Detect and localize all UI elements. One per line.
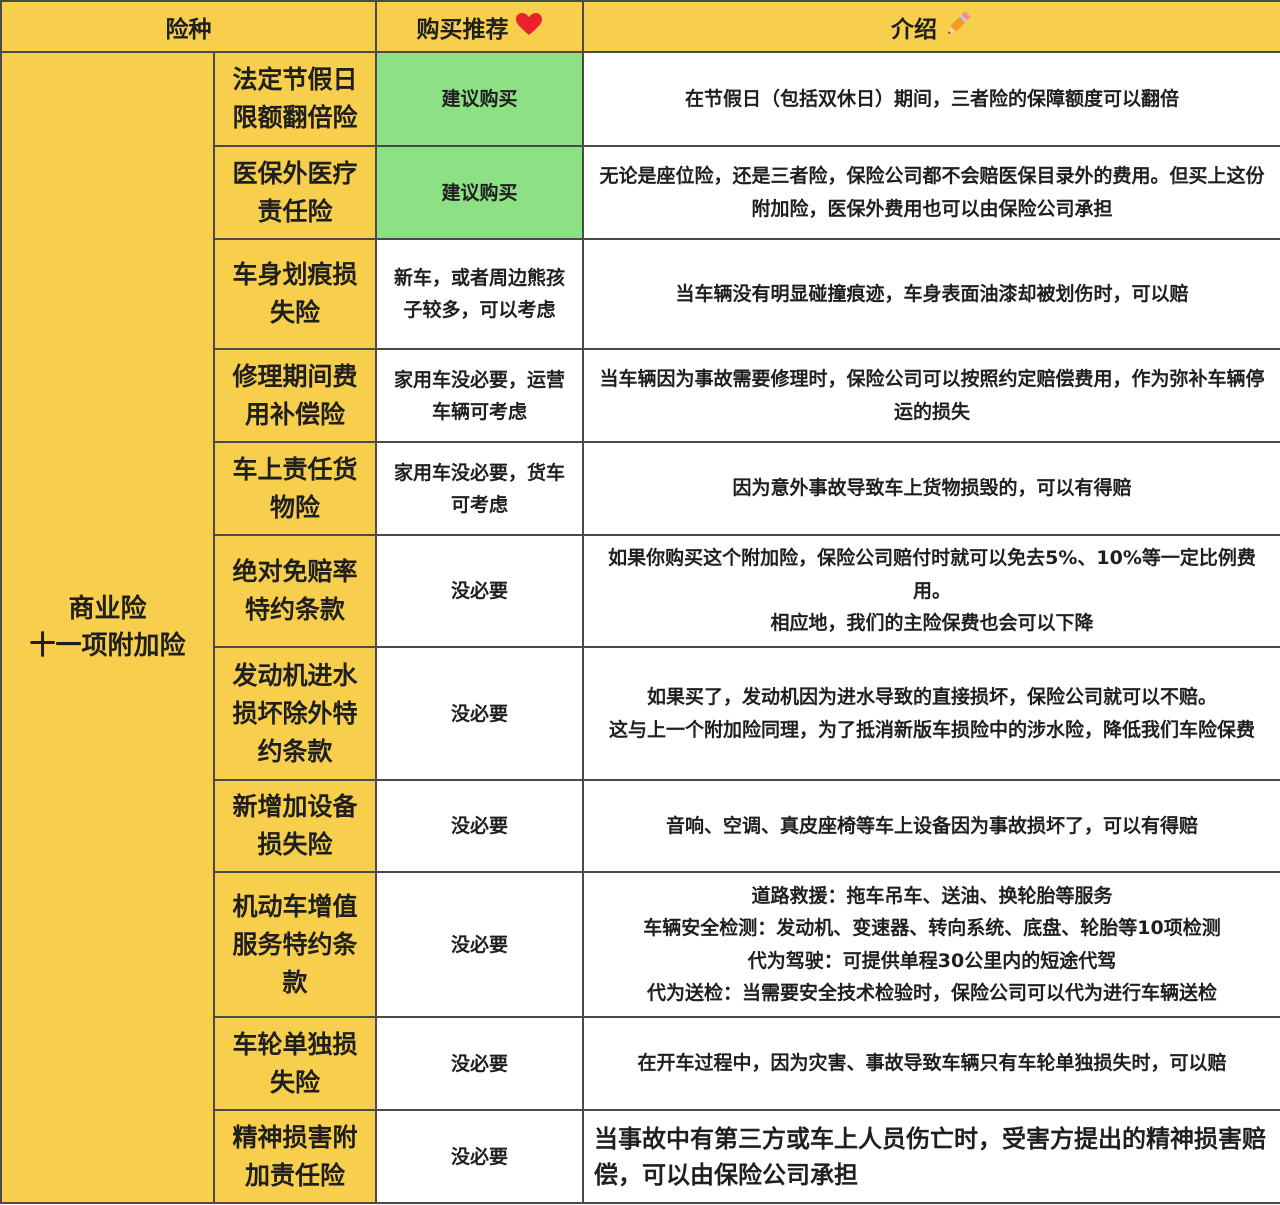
- insurance-name: 精神损害附加责任险: [213, 1109, 377, 1204]
- header-recommend: 购买推荐: [375, 0, 584, 53]
- insurance-name: 新增加设备损失险: [213, 779, 377, 873]
- insurance-name: 医保外医疗责任险: [213, 145, 377, 240]
- intro-line: 相应地，我们的主险保费也会可以下降: [770, 612, 1094, 635]
- header-type: 险种: [0, 0, 377, 53]
- insurance-name: 修理期间费用补偿险: [213, 348, 377, 443]
- recommend-cell: 家用车没必要，运营车辆可考虑: [375, 348, 584, 443]
- insurance-name: 车身划痕损失险: [213, 238, 377, 350]
- intro-cell: 当事故中有第三方或车上人员伤亡时，受害方提出的精神损害赔偿，可以由保险公司承担: [582, 1109, 1280, 1204]
- intro-cell: 在开车过程中，因为灾害、事故导致车辆只有车轮单独损失时，可以赔: [582, 1016, 1280, 1111]
- recommend-cell: 没必要: [375, 1016, 584, 1111]
- intro-cell: 如果买了，发动机因为进水导致的直接损坏，保险公司就可以不赔。 这与上一个附加险同…: [582, 646, 1280, 781]
- recommend-cell: 没必要: [375, 534, 584, 648]
- intro-cell: 当车辆没有明显碰撞痕迹，车身表面油漆却被划伤时，可以赔: [582, 238, 1280, 350]
- intro-line: 这与上一个附加险同理，为了抵消新版车损险中的涉水险，降低我们车险保费: [608, 718, 1255, 741]
- recommend-cell: 没必要: [375, 1109, 584, 1204]
- insurance-name: 机动车增值服务特约条款: [213, 871, 377, 1018]
- intro-line: 道路救援：拖车吊车、送油、换轮胎等服务: [751, 884, 1113, 907]
- heart-icon: [515, 12, 543, 42]
- insurance-name: 绝对免赔率特约条款: [213, 534, 377, 648]
- intro-cell: 道路救援：拖车吊车、送油、换轮胎等服务 车辆安全检测：发动机、变速器、转向系统、…: [582, 871, 1280, 1018]
- recommend-cell: 没必要: [375, 779, 584, 873]
- intro-cell: 如果你购买这个附加险，保险公司赔付时就可以免去5%、10%等一定比例费用。 相应…: [582, 534, 1280, 648]
- insurance-name: 车轮单独损失险: [213, 1016, 377, 1111]
- pencil-icon: [943, 9, 973, 45]
- header-recommend-label: 购买推荐: [416, 16, 509, 43]
- recommend-cell: 建议购买: [375, 145, 584, 240]
- recommend-cell: 家用车没必要，货车可考虑: [375, 441, 584, 536]
- table-row: 商业险 十一项附加险 法定节假日限额翻倍险 建议购买 在节假日（包括双休日）期间…: [0, 51, 1280, 1204]
- header-intro: 介绍: [582, 0, 1280, 53]
- intro-line: 代为驾驶：可提供单程30公里内的短途代驾: [747, 949, 1117, 972]
- intro-line: 如果买了，发动机因为进水导致的直接损坏，保险公司就可以不赔。: [646, 686, 1217, 708]
- category-cell: 商业险 十一项附加险: [0, 51, 215, 1204]
- recommend-cell: 没必要: [375, 871, 584, 1018]
- intro-line: 如果你购买这个附加险，保险公司赔付时就可以免去5%、10%等一定比例费用。: [608, 547, 1256, 602]
- insurance-table: 险种 购买推荐 介绍 商业险 十一项附加险 法定节假日限额翻倍险 建议购买 在节…: [0, 0, 1280, 1204]
- insurance-name: 车上责任货物险: [213, 441, 377, 536]
- intro-cell: 因为意外事故导致车上货物损毁的，可以有得赔: [582, 441, 1280, 536]
- header-row: 险种 购买推荐 介绍: [0, 0, 1280, 53]
- intro-cell: 无论是座位险，还是三者险，保险公司都不会赔医保目录外的费用。但买上这份附加险，医…: [582, 145, 1280, 240]
- insurance-name: 法定节假日限额翻倍险: [213, 51, 377, 147]
- insurance-name: 发动机进水损坏除外特约条款: [213, 646, 377, 781]
- intro-line: 代为送检：当需要安全技术检验时，保险公司可以代为进行车辆送检: [646, 982, 1217, 1004]
- intro-cell: 在节假日（包括双休日）期间，三者险的保障额度可以翻倍: [582, 51, 1280, 147]
- category-line2: 十一项附加险: [29, 630, 186, 661]
- intro-cell: 音响、空调、真皮座椅等车上设备因为事故损坏了，可以有得赔: [582, 779, 1280, 873]
- recommend-cell: 新车，或者周边熊孩子较多，可以考虑: [375, 238, 584, 350]
- header-intro-label: 介绍: [891, 16, 937, 43]
- intro-cell: 当车辆因为事故需要修理时，保险公司可以按照约定赔偿费用，作为弥补车辆停运的损失: [582, 348, 1280, 443]
- recommend-cell: 没必要: [375, 646, 584, 781]
- recommend-cell: 建议购买: [375, 51, 584, 147]
- category-line1: 商业险: [68, 593, 147, 624]
- intro-line: 车辆安全检测：发动机、变速器、转向系统、底盘、轮胎等10项检测: [643, 917, 1221, 939]
